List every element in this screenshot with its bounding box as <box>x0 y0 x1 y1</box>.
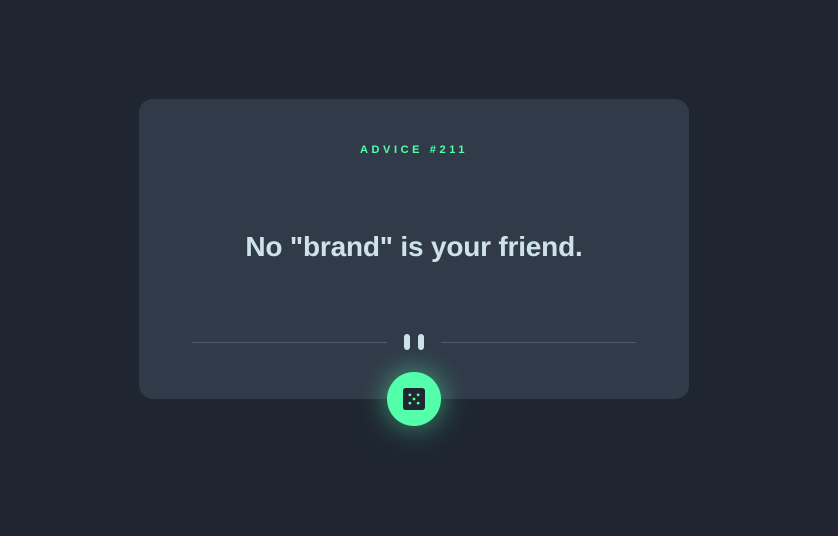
new-advice-button[interactable] <box>387 372 441 426</box>
pause-icon <box>404 334 424 350</box>
pattern-divider <box>192 334 636 350</box>
advice-quote: No "brand" is your friend. <box>245 231 583 262</box>
dice-icon <box>403 388 425 410</box>
advice-card: ADVICE #211 No "brand" is your friend. <box>139 99 689 399</box>
divider-line-right <box>441 342 636 343</box>
divider-line-left <box>192 342 387 343</box>
advice-number-label: ADVICE #211 <box>359 144 469 156</box>
